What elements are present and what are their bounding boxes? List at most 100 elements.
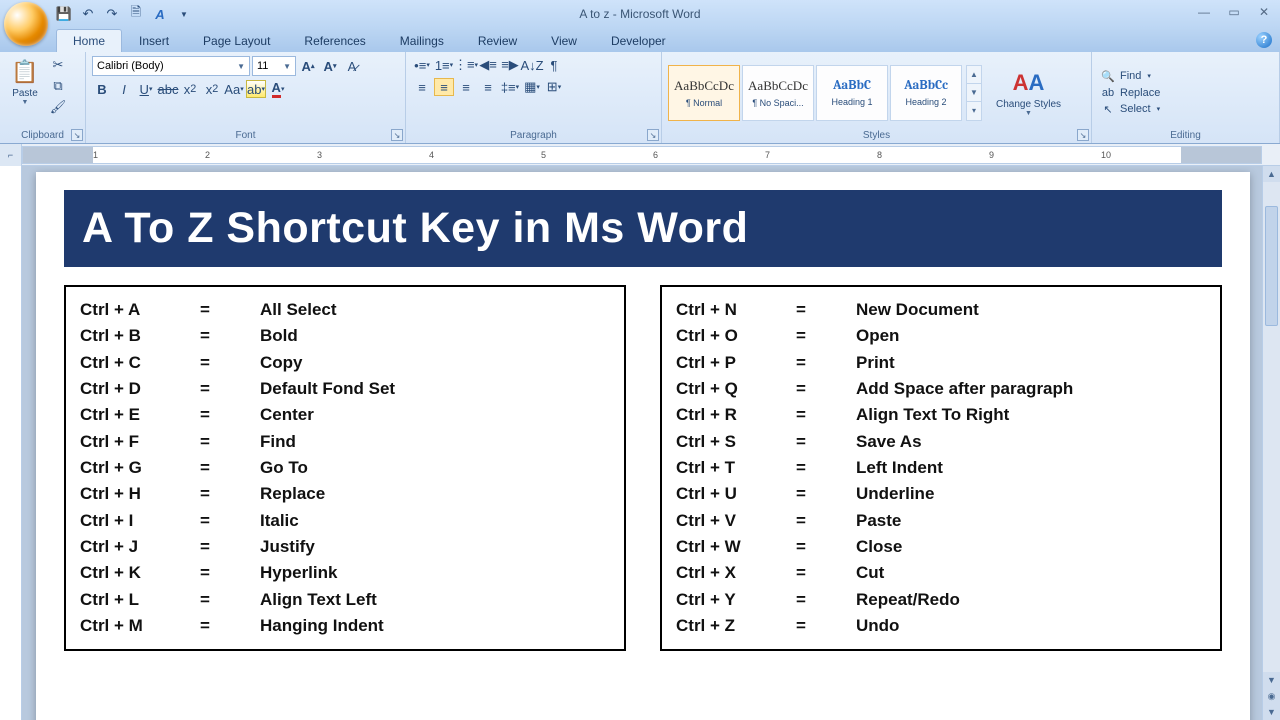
highlight-icon[interactable]: ab▾ bbox=[246, 80, 266, 98]
superscript-icon[interactable]: x2 bbox=[202, 80, 222, 98]
cut-icon[interactable]: ✂ bbox=[48, 56, 68, 74]
document-page[interactable]: A To Z Shortcut Key in Ms Word Ctrl + A=… bbox=[36, 172, 1250, 720]
font-name-combo[interactable]: Calibri (Body)▼ bbox=[92, 56, 250, 76]
styles-launcher[interactable]: ↘ bbox=[1077, 129, 1089, 141]
justify-icon[interactable]: ≡ bbox=[478, 78, 498, 96]
font-size-combo[interactable]: 11▼ bbox=[252, 56, 296, 76]
horizontal-ruler[interactable]: 12345678910 bbox=[22, 146, 1262, 164]
minimize-button[interactable]: — bbox=[1194, 4, 1214, 20]
shrink-font-icon[interactable]: A▾ bbox=[320, 57, 340, 75]
increase-indent-icon[interactable]: ≡▶ bbox=[500, 56, 520, 74]
change-styles-icon: AA bbox=[1015, 69, 1043, 97]
style-heading-1[interactable]: AaBbCHeading 1 bbox=[816, 65, 888, 121]
undo-icon[interactable]: ↶ bbox=[80, 6, 96, 22]
find-button[interactable]: 🔍Find▾ bbox=[1098, 69, 1153, 84]
group-label-styles: Styles bbox=[668, 129, 1085, 142]
shortcut-row: Ctrl + X=Cut bbox=[676, 560, 1206, 586]
tab-mailings[interactable]: Mailings bbox=[383, 29, 461, 52]
shortcut-row: Ctrl + P=Print bbox=[676, 350, 1206, 376]
grow-font-icon[interactable]: A▴ bbox=[298, 57, 318, 75]
close-button[interactable]: ✕ bbox=[1254, 4, 1274, 20]
style--normal[interactable]: AaBbCcDc¶ Normal bbox=[668, 65, 740, 121]
office-button[interactable] bbox=[4, 2, 48, 46]
shortcut-row: Ctrl + W=Close bbox=[676, 534, 1206, 560]
group-label-clipboard: Clipboard bbox=[6, 129, 79, 142]
next-page-icon[interactable]: ▼ bbox=[1263, 704, 1280, 720]
clipboard-launcher[interactable]: ↘ bbox=[71, 129, 83, 141]
show-marks-icon[interactable]: ¶ bbox=[544, 56, 564, 74]
strikethrough-icon[interactable]: abc bbox=[158, 80, 178, 98]
tab-developer[interactable]: Developer bbox=[594, 29, 683, 52]
align-left-icon[interactable]: ≡ bbox=[412, 78, 432, 96]
shortcut-row: Ctrl + J=Justify bbox=[80, 534, 610, 560]
qat-customize-icon[interactable]: ▼ bbox=[176, 6, 192, 22]
change-case-icon[interactable]: Aa▾ bbox=[224, 80, 244, 98]
maximize-button[interactable]: ▭ bbox=[1224, 4, 1244, 20]
align-right-icon[interactable]: ≡ bbox=[456, 78, 476, 96]
replace-button[interactable]: abReplace bbox=[1098, 86, 1162, 100]
find-icon: 🔍 bbox=[1100, 70, 1116, 83]
styles-gallery: AaBbCcDc¶ NormalAaBbCcDc¶ No Spaci...AaB… bbox=[668, 65, 962, 121]
align-center-icon[interactable]: ≡ bbox=[434, 78, 454, 96]
redo-icon[interactable]: ↷ bbox=[104, 6, 120, 22]
scroll-down-icon[interactable]: ▼ bbox=[1263, 672, 1280, 688]
group-styles: AaBbCcDc¶ NormalAaBbCcDc¶ No Spaci...AaB… bbox=[662, 52, 1092, 143]
help-button[interactable]: ? bbox=[1256, 32, 1272, 48]
sort-icon[interactable]: A↓Z bbox=[522, 56, 542, 74]
shortcut-row: Ctrl + Q=Add Space after paragraph bbox=[676, 376, 1206, 402]
line-spacing-icon[interactable]: ‡≡▾ bbox=[500, 78, 520, 96]
numbering-icon[interactable]: 1≡▾ bbox=[434, 56, 454, 74]
style-icon[interactable]: A bbox=[152, 6, 168, 22]
shortcut-row: Ctrl + H=Replace bbox=[80, 481, 610, 507]
vertical-ruler[interactable] bbox=[0, 166, 22, 720]
italic-icon[interactable]: I bbox=[114, 80, 134, 98]
tab-view[interactable]: View bbox=[534, 29, 594, 52]
save-icon[interactable]: 💾 bbox=[56, 6, 72, 22]
shortcut-box-left: Ctrl + A=All SelectCtrl + B=BoldCtrl + C… bbox=[64, 285, 626, 651]
subscript-icon[interactable]: x2 bbox=[180, 80, 200, 98]
multilevel-list-icon[interactable]: ⋮≡▾ bbox=[456, 56, 476, 74]
scroll-up-icon[interactable]: ▲ bbox=[1263, 166, 1280, 182]
select-button[interactable]: ↖Select▾ bbox=[1098, 102, 1162, 117]
shortcut-row: Ctrl + B=Bold bbox=[80, 323, 610, 349]
ruler-area: ⌐ 12345678910 bbox=[0, 144, 1280, 166]
tab-selector[interactable]: ⌐ bbox=[0, 144, 22, 166]
print-preview-icon[interactable]: 🗎 bbox=[128, 6, 144, 22]
prev-page-icon[interactable]: ◉ bbox=[1263, 688, 1280, 704]
format-painter-icon[interactable]: 🖌 bbox=[48, 98, 68, 116]
change-styles-button[interactable]: AA Change Styles ▼ bbox=[992, 67, 1065, 119]
font-color-icon[interactable]: A▾ bbox=[268, 80, 288, 98]
tab-page-layout[interactable]: Page Layout bbox=[186, 29, 287, 52]
scroll-thumb[interactable] bbox=[1265, 206, 1278, 326]
decrease-indent-icon[interactable]: ◀≡ bbox=[478, 56, 498, 74]
shading-icon[interactable]: ▦▾ bbox=[522, 78, 542, 96]
tab-insert[interactable]: Insert bbox=[122, 29, 186, 52]
clear-formatting-icon[interactable]: A̷ bbox=[342, 57, 362, 75]
bullets-icon[interactable]: •≡▾ bbox=[412, 56, 432, 74]
style--no-spaci-[interactable]: AaBbCcDc¶ No Spaci... bbox=[742, 65, 814, 121]
font-launcher[interactable]: ↘ bbox=[391, 129, 403, 141]
style-heading-2[interactable]: AaBbCcHeading 2 bbox=[890, 65, 962, 121]
underline-icon[interactable]: U▾ bbox=[136, 80, 156, 98]
shortcut-box-right: Ctrl + N=New DocumentCtrl + O=OpenCtrl +… bbox=[660, 285, 1222, 651]
shortcut-row: Ctrl + O=Open bbox=[676, 323, 1206, 349]
copy-icon[interactable]: ⧉ bbox=[48, 77, 68, 95]
styles-gallery-scroll: ▲ ▼ ▾ bbox=[966, 65, 982, 121]
bold-icon[interactable]: B bbox=[92, 80, 112, 98]
gallery-down-icon[interactable]: ▼ bbox=[967, 84, 981, 102]
tab-references[interactable]: References bbox=[287, 29, 382, 52]
tab-home[interactable]: Home bbox=[56, 29, 122, 52]
gallery-more-icon[interactable]: ▾ bbox=[967, 102, 981, 119]
gallery-up-icon[interactable]: ▲ bbox=[967, 66, 981, 84]
font-name-value: Calibri (Body) bbox=[97, 60, 164, 72]
paste-button[interactable]: 📋 Paste ▼ bbox=[6, 56, 44, 108]
group-paragraph: •≡▾ 1≡▾ ⋮≡▾ ◀≡ ≡▶ A↓Z ¶ ≡ ≡ ≡ ≡ ‡≡▾ ▦▾ ⊞… bbox=[406, 52, 662, 143]
shortcut-row: Ctrl + G=Go To bbox=[80, 455, 610, 481]
borders-icon[interactable]: ⊞▾ bbox=[544, 78, 564, 96]
select-icon: ↖ bbox=[1100, 103, 1116, 116]
shortcut-row: Ctrl + A=All Select bbox=[80, 297, 610, 323]
vertical-scrollbar[interactable]: ▲ ▼ ◉ ▼ bbox=[1262, 166, 1280, 720]
paragraph-launcher[interactable]: ↘ bbox=[647, 129, 659, 141]
tab-review[interactable]: Review bbox=[461, 29, 534, 52]
group-label-paragraph: Paragraph bbox=[412, 129, 655, 142]
